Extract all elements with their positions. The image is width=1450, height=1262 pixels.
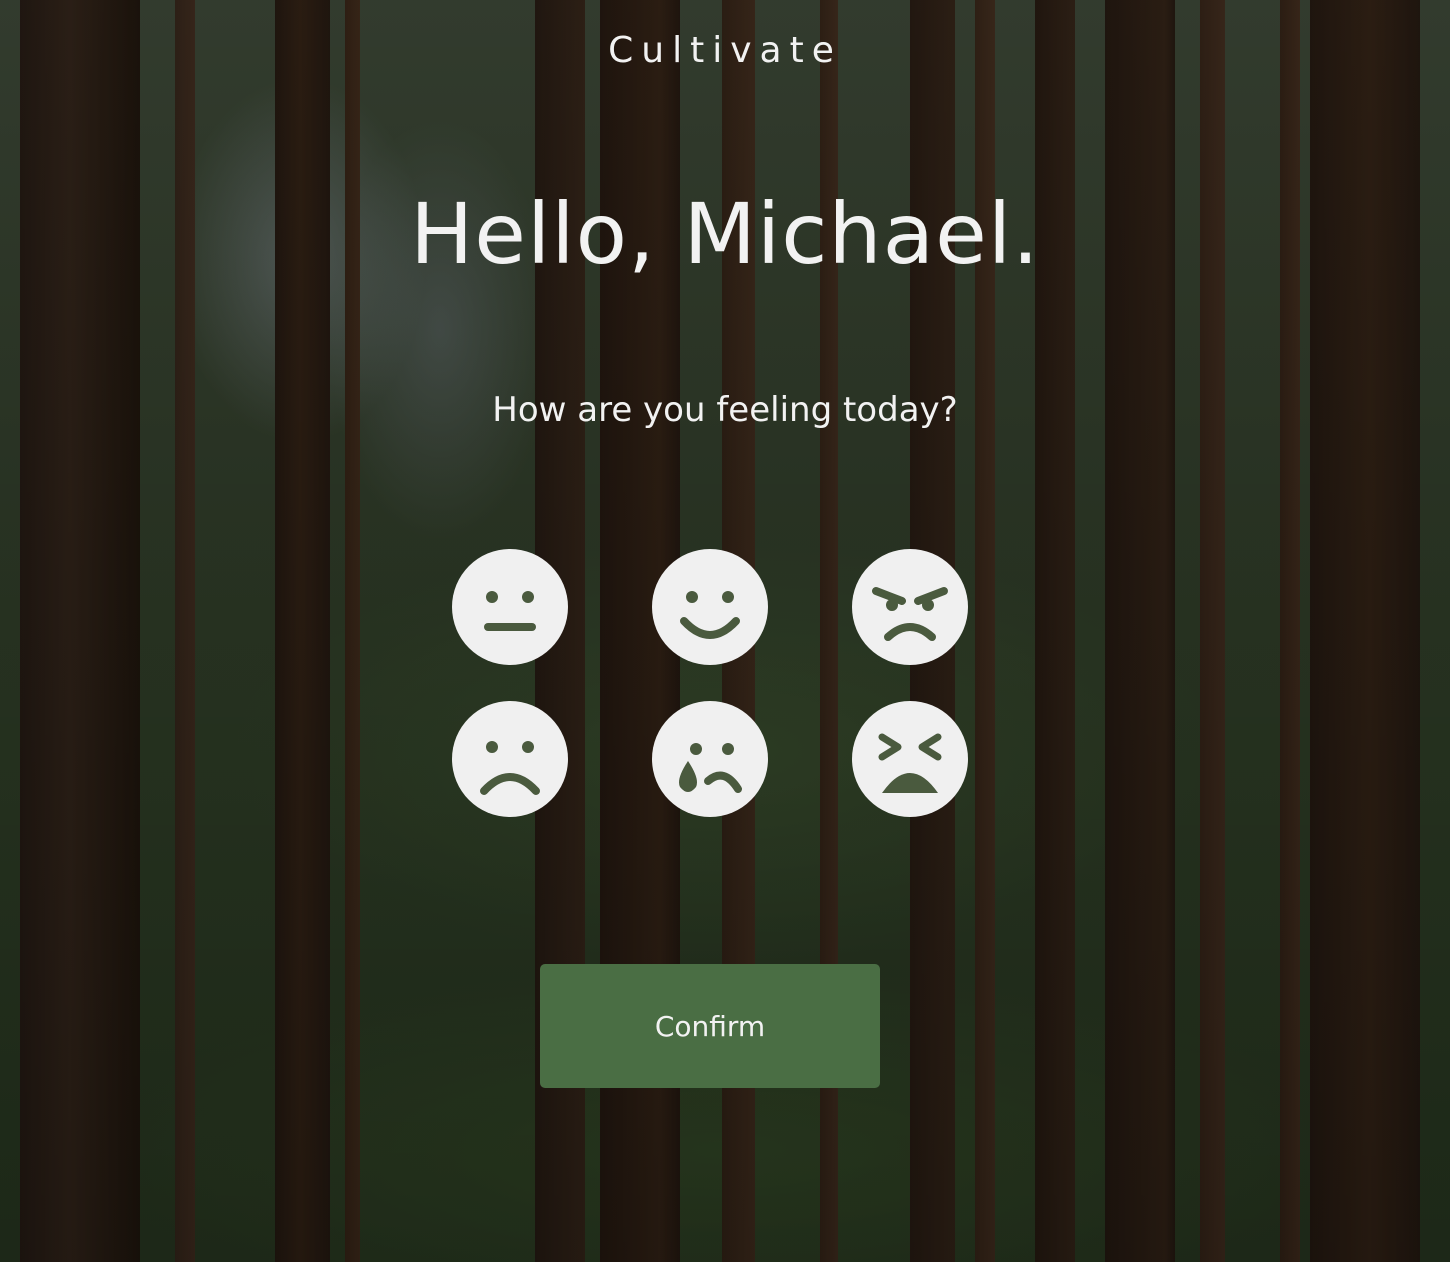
sad-face-icon: [452, 701, 568, 817]
angry-face-icon: [852, 549, 968, 665]
tired-face-icon: [852, 701, 968, 817]
mood-option-sad[interactable]: [452, 701, 568, 817]
brand-logo: Cultivate: [608, 30, 842, 71]
neutral-face-icon: [452, 549, 568, 665]
mood-option-neutral[interactable]: [452, 549, 568, 665]
mood-checkin-screen: Cultivate Hello, Michael. How are you fe…: [0, 0, 1450, 1262]
crying-face-icon: [652, 701, 768, 817]
confirm-button[interactable]: Confirm: [540, 964, 880, 1088]
mood-option-angry[interactable]: [852, 549, 968, 665]
mood-options: [452, 549, 968, 817]
smiling-face-icon: [652, 549, 768, 665]
greeting-heading: Hello, Michael.: [410, 185, 1040, 283]
mood-option-crying[interactable]: [652, 701, 768, 817]
mood-option-happy[interactable]: [652, 549, 768, 665]
mood-option-distressed[interactable]: [852, 701, 968, 817]
mood-question: How are you feeling today?: [492, 390, 958, 430]
